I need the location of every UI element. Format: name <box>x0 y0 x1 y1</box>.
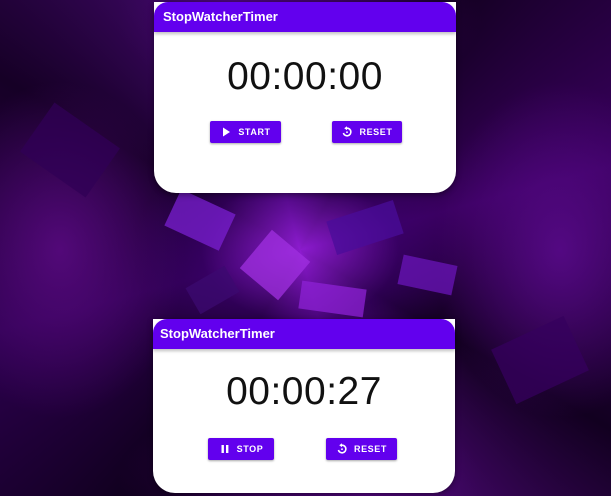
reset-button[interactable]: RESET <box>332 121 402 143</box>
stopwatch-card: StopWatcherTimer 00:00:27 STOP RESET <box>153 319 455 493</box>
timer-display: 00:00:00 <box>227 55 383 98</box>
app-bar-title: StopWatcherTimer <box>154 2 456 32</box>
stopwatch-card: StopWatcherTimer 00:00:00 START RESET <box>154 2 456 193</box>
app-bar-title: StopWatcherTimer <box>153 319 455 349</box>
play-icon <box>220 126 232 138</box>
start-button[interactable]: START <box>210 121 281 143</box>
stop-button-label: STOP <box>236 444 264 454</box>
stop-button[interactable]: STOP <box>208 438 274 460</box>
timer-display: 00:00:27 <box>226 370 382 413</box>
reset-icon <box>341 126 353 138</box>
pause-icon <box>219 443 231 455</box>
reset-button[interactable]: RESET <box>326 438 397 460</box>
reset-button-label: RESET <box>353 444 387 454</box>
reset-icon <box>336 443 348 455</box>
reset-button-label: RESET <box>359 127 393 137</box>
start-button-label: START <box>238 127 271 137</box>
